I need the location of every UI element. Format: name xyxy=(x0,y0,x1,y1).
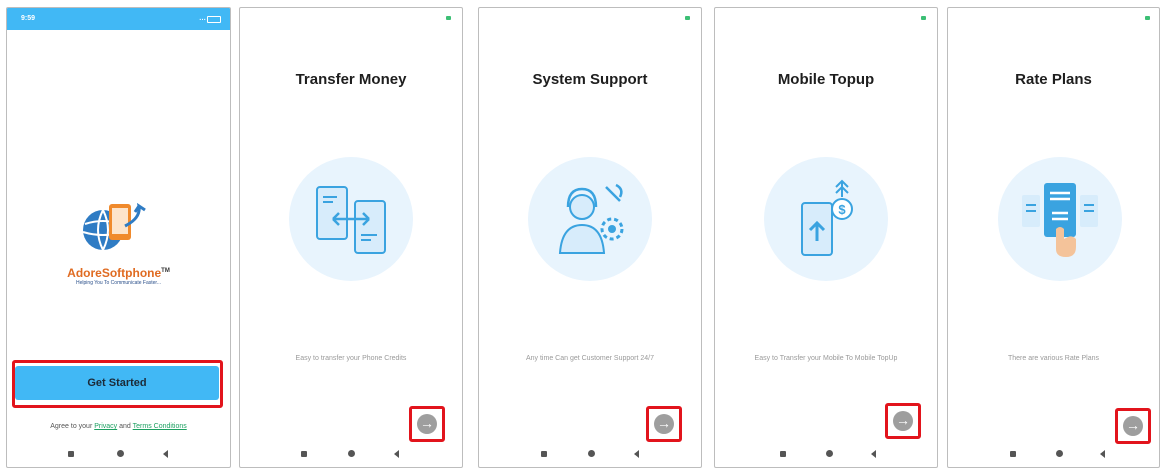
back-icon[interactable] xyxy=(394,450,399,458)
android-nav-bar xyxy=(7,441,230,467)
phone-screen-transfer-money: Transfer Money Easy to transfer your Pho… xyxy=(239,7,463,468)
home-icon[interactable] xyxy=(588,450,595,457)
phone-topup-dollar-icon: $ xyxy=(801,179,853,256)
slide-title: Rate Plans xyxy=(1015,71,1092,88)
illustration-circle: $ xyxy=(764,157,888,281)
back-icon[interactable] xyxy=(871,450,876,458)
and-text: and xyxy=(119,423,131,430)
phone-screen-mobile-topup: Mobile Topup $ Easy to Transfer your Mob… xyxy=(714,7,938,468)
back-icon[interactable] xyxy=(163,450,168,458)
android-nav-bar xyxy=(240,441,462,467)
phone-screen-system-support: System Support Any time Can get Customer… xyxy=(478,7,702,468)
phones-transfer-arrows-icon xyxy=(316,186,386,254)
home-icon[interactable] xyxy=(1056,450,1063,457)
phone-screen-rate-plans: Rate Plans There are various Rate Plans … xyxy=(947,7,1160,468)
trademark-mark: TM xyxy=(161,268,170,274)
support-agent-gear-icon xyxy=(558,183,624,254)
back-icon[interactable] xyxy=(634,450,639,458)
android-nav-bar xyxy=(715,441,937,467)
next-highlight: → xyxy=(885,403,921,439)
slide-title: Mobile Topup xyxy=(777,71,875,88)
recents-icon[interactable] xyxy=(301,451,307,457)
notification-dot xyxy=(685,16,690,20)
slide-title: System Support xyxy=(532,71,648,88)
slide-description: Easy to Transfer your Mobile To Mobile T… xyxy=(754,355,898,362)
notification-dot xyxy=(921,16,926,20)
next-arrow-button[interactable]: → xyxy=(893,411,913,431)
get-started-button[interactable]: Get Started xyxy=(15,366,219,400)
recents-icon[interactable] xyxy=(541,451,547,457)
recents-icon[interactable] xyxy=(68,451,74,457)
illustration-circle xyxy=(998,157,1122,281)
next-highlight: → xyxy=(409,406,445,442)
rate-plans-hand-icon xyxy=(1022,183,1098,257)
privacy-link[interactable]: Privacy xyxy=(94,423,117,430)
svg-text:$: $ xyxy=(838,202,846,217)
slide-description: Any time Can get Customer Support 24/7 xyxy=(525,355,654,362)
home-icon[interactable] xyxy=(117,450,124,457)
slide-description: Easy to transfer your Phone Credits xyxy=(295,355,407,362)
slide-title: Transfer Money xyxy=(295,71,407,88)
illustration-circle xyxy=(289,157,413,281)
status-time: 9:59 xyxy=(21,15,36,22)
slide-description: There are various Rate Plans xyxy=(1007,355,1100,362)
illustration-circle xyxy=(528,157,652,281)
next-highlight: → xyxy=(646,406,682,442)
terms-conditions-link[interactable]: Terms Conditions xyxy=(133,423,187,430)
brand-tagline: Helping You To Communicate Faster... xyxy=(76,280,161,286)
agree-prefix: Agree to your xyxy=(50,423,93,430)
battery-icon xyxy=(207,16,221,23)
next-arrow-button[interactable]: → xyxy=(417,414,437,434)
back-icon[interactable] xyxy=(1100,450,1105,458)
brand-name: AdoreSoftphoneTM xyxy=(7,266,230,280)
next-arrow-button[interactable]: → xyxy=(654,414,674,434)
notification-dot xyxy=(1145,16,1150,20)
notification-dot xyxy=(446,16,451,20)
home-icon[interactable] xyxy=(826,450,833,457)
brand-name-text: AdoreSoftphone xyxy=(67,266,162,280)
status-bar: 9:59 … xyxy=(7,8,230,30)
signal-icon: … xyxy=(199,15,206,22)
recents-icon[interactable] xyxy=(780,451,786,457)
next-highlight: → xyxy=(1115,408,1151,444)
android-nav-bar xyxy=(948,441,1159,467)
home-icon[interactable] xyxy=(348,450,355,457)
agreement-text: Agree to your Privacy and Terms Conditio… xyxy=(7,423,230,430)
next-arrow-button[interactable]: → xyxy=(1123,416,1143,436)
phone-screen-splash: 9:59 … AdoreSoftphoneTM Helping You To C… xyxy=(6,7,231,468)
app-logo-icon xyxy=(79,198,159,258)
android-nav-bar xyxy=(479,441,701,467)
recents-icon[interactable] xyxy=(1010,451,1016,457)
